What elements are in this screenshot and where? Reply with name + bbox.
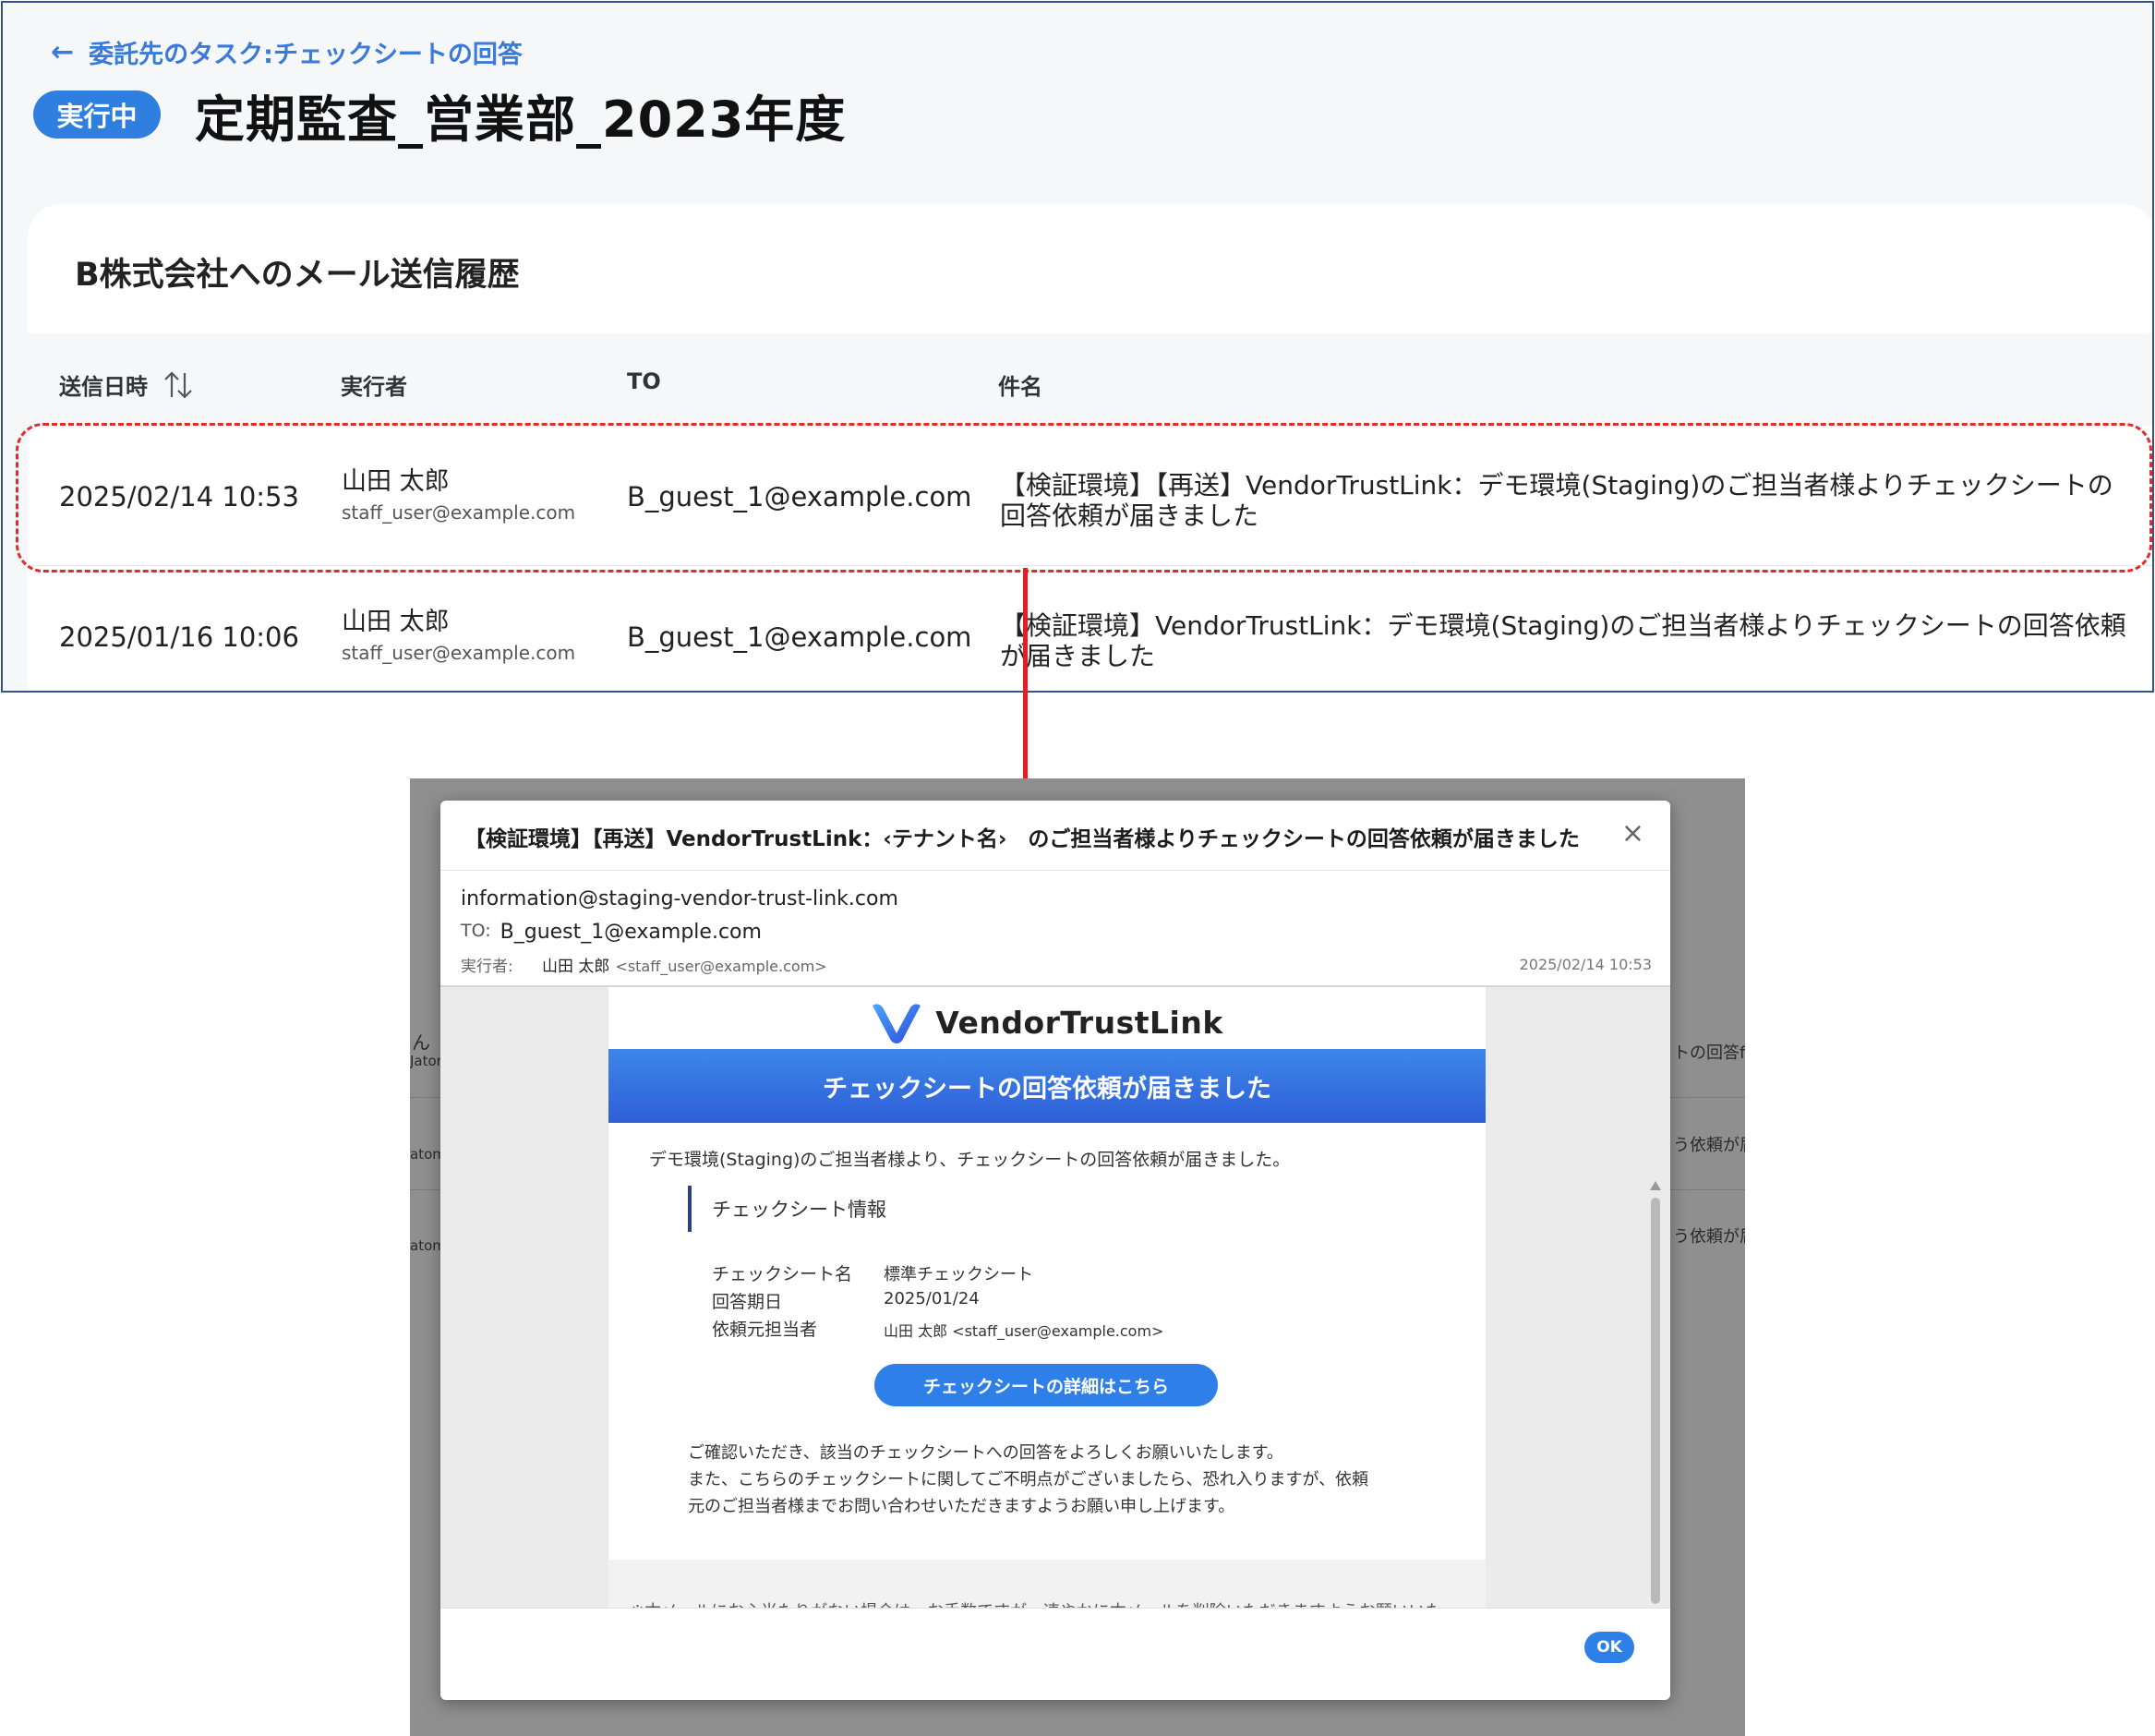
table-header: 送信日時 実行者 TO 件名 — [28, 333, 2152, 426]
mail-to-row: TO: B_guest_1@example.com — [461, 921, 762, 944]
mail-footer: ※本メールにお心当たりがない場合は、お手数ですが、速やかに本メールを削除いただき… — [608, 1560, 1486, 1608]
background-divider — [1670, 1097, 1745, 1098]
email-history-page: ← 委託先のタスク:チェックシートの回答 実行中 定期監査_営業部_2023年度… — [1, 1, 2154, 693]
info-value: 2025/01/24 — [884, 1289, 980, 1308]
status-badge: 実行中 — [33, 90, 161, 139]
mail-executor-name: 山田 太郎 — [542, 958, 610, 976]
back-link-label: 委託先のタスク:チェックシートの回答 — [89, 41, 523, 69]
modal-header-divider — [440, 870, 1670, 871]
column-header-subject: 件名 — [998, 374, 1042, 400]
background-text: ん — [412, 1031, 430, 1054]
checksheet-detail-button[interactable]: チェックシートの詳細はこちら — [874, 1364, 1218, 1406]
outro-line: また、こちらのチェックシートに関してご不明点がございましたら、恐れ入りますが、依… — [688, 1470, 1369, 1489]
mail-executor-label: 実行者: — [461, 958, 513, 976]
vendortrustlink-logo-icon — [873, 1004, 921, 1043]
mail-to-label: TO: — [461, 921, 491, 941]
info-key: チェックシート名 — [712, 1264, 853, 1284]
modal-footer-divider — [440, 1608, 1670, 1609]
mail-banner: チェックシートの回答依頼が届きました — [608, 1049, 1486, 1123]
ok-button[interactable]: OK — [1584, 1632, 1634, 1663]
brand-logo: VendorTrustLink — [608, 1000, 1486, 1044]
background-divider — [1670, 1189, 1745, 1190]
mail-footer-text: ※本メールにお心当たりがない場合は、お手数ですが、速やかに本メールを削除いただき… — [631, 1598, 1442, 1608]
mail-executor-email: <staff_user@example.com> — [615, 958, 827, 975]
close-icon[interactable]: × — [1621, 817, 1644, 850]
row-date: 2025/01/16 10:06 — [59, 621, 299, 653]
row-executor-email: staff_user@example.com — [342, 642, 576, 664]
info-key: 回答期日 — [712, 1292, 783, 1312]
row-subject: 【検証環境】VendorTrustLink：デモ環境(Staging)のご担当者… — [1000, 610, 2126, 671]
connector-line — [1023, 568, 1028, 804]
table-row[interactable]: 2025/01/16 10:06 山田 太郎 staff_user@exampl… — [28, 566, 2152, 691]
mail-to-value: B_guest_1@example.com — [500, 921, 762, 944]
mail-from: information@staging-vendor-trust-link.co… — [461, 887, 898, 910]
column-header-date-label: 送信日時 — [59, 374, 148, 400]
mail-body-scroll-area[interactable]: VendorTrustLink チェックシートの回答依頼が届きました デモ環境(… — [440, 987, 1670, 1608]
mail-outro: ご確認いただき、該当のチェックシートへの回答をよろしくお願いいたします。 また、… — [688, 1440, 1427, 1520]
scroll-up-icon[interactable] — [1650, 1181, 1661, 1190]
back-link[interactable]: ← 委託先のタスク:チェックシートの回答 — [51, 34, 523, 70]
scrollbar-thumb[interactable] — [1651, 1198, 1660, 1604]
arrow-left-icon: ← — [51, 35, 75, 68]
column-header-date[interactable]: 送信日時 — [59, 368, 194, 401]
info-heading: チェックシート情報 — [688, 1186, 886, 1232]
mail-content: VendorTrustLink チェックシートの回答依頼が届きました デモ環境(… — [608, 987, 1486, 1608]
email-preview-modal: 【検証環境】【再送】VendorTrustLink：‹テナント名› のご担当者様… — [440, 801, 1670, 1700]
mail-date: 2025/02/14 10:53 — [1519, 956, 1652, 973]
background-text: トの回答f — [1673, 1043, 1745, 1063]
info-value: 山田 太郎 <staff_user@example.com> — [884, 1322, 1164, 1340]
sort-icon[interactable] — [163, 369, 194, 401]
row-executor-name: 山田 太郎 — [342, 608, 450, 636]
info-key: 依頼元担当者 — [712, 1320, 818, 1340]
info-value: 標準チェックシート — [884, 1265, 1033, 1284]
email-preview-screenshot: ん Jator atom atom トの回答f う依頼が届 う依頼が届 【検証環… — [410, 778, 1745, 1736]
outro-line: ご確認いただき、該当のチェックシートへの回答をよろしくお願いいたします。 — [688, 1443, 1283, 1463]
brand-name: VendorTrustLink — [935, 1004, 1223, 1041]
background-text: う依頼が届 — [1673, 1136, 1745, 1155]
mail-intro: デモ環境(Staging)のご担当者様より、チェックシートの回答依頼が届きました… — [649, 1150, 1291, 1170]
background-text: Jator — [410, 1053, 442, 1069]
outro-line: 元のご担当者様までお問い合わせいただきますようお願い申し上げます。 — [688, 1497, 1235, 1516]
card-title: B株式会社へのメール送信履歴 — [75, 257, 520, 294]
row-to: B_guest_1@example.com — [627, 621, 972, 653]
page-title: 定期監査_営業部_2023年度 — [195, 90, 847, 149]
scrollbar[interactable] — [1650, 1181, 1661, 1608]
background-text: う依頼が届 — [1673, 1227, 1745, 1247]
mail-executor-row: 実行者: 山田 太郎 <staff_user@example.com> — [461, 953, 827, 976]
column-header-executor: 実行者 — [341, 374, 407, 400]
column-header-to: TO — [627, 368, 661, 394]
modal-subject: 【検証環境】【再送】VendorTrustLink：‹テナント名› のご担当者様… — [464, 827, 1580, 851]
highlight-box — [16, 423, 2152, 573]
